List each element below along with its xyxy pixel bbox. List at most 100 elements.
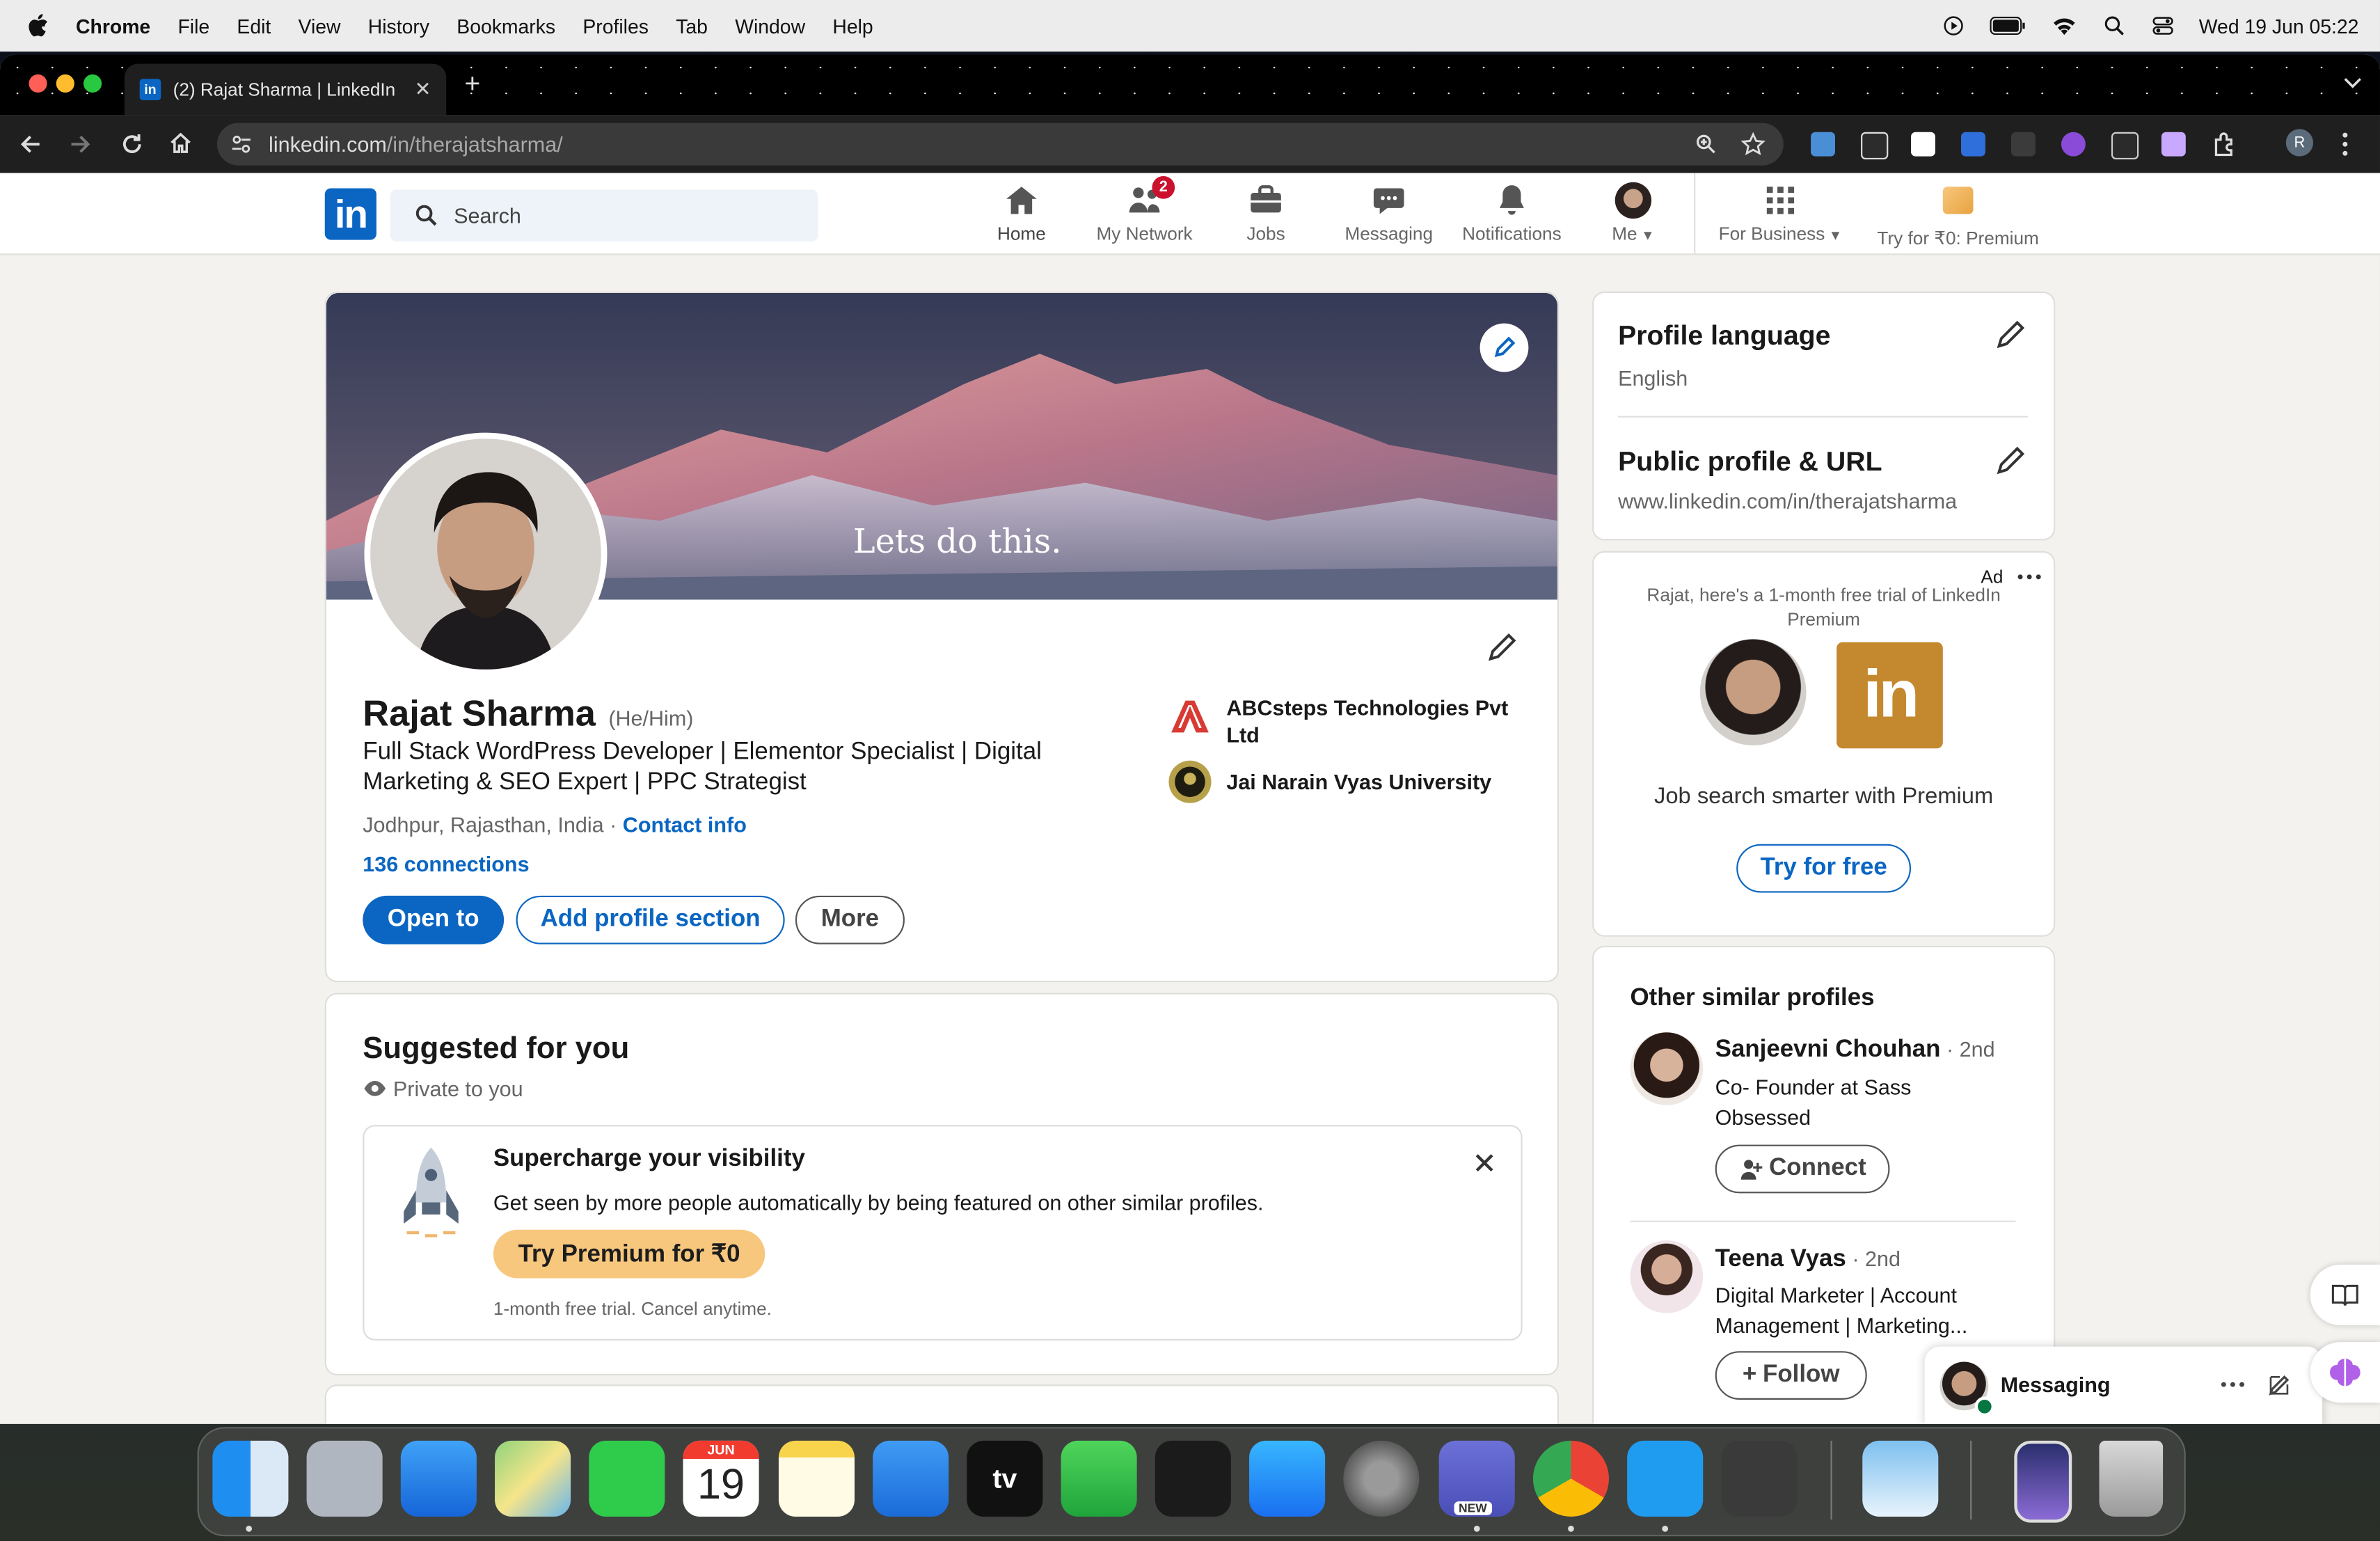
extension-font-icon[interactable] [2111, 132, 2139, 160]
menu-clock[interactable]: Wed 19 Jun 05:22 [2199, 15, 2359, 38]
new-tab-icon[interactable]: + [464, 68, 480, 100]
similar-person-avatar[interactable] [1630, 1240, 1704, 1313]
ai-brain-extension-button[interactable] [2310, 1342, 2380, 1403]
apple-tv-icon[interactable]: tv [967, 1440, 1043, 1517]
menu-bookmarks[interactable]: Bookmarks [457, 15, 555, 38]
calendar-icon[interactable]: JUN 19 [683, 1440, 759, 1517]
compose-message-icon[interactable] [2268, 1373, 2292, 1397]
menu-tab[interactable]: Tab [676, 15, 708, 38]
menu-window[interactable]: Window [735, 15, 805, 38]
facetime-icon[interactable] [589, 1440, 665, 1517]
similar-person-name-line[interactable]: Sanjeevni Chouhan · 2nd [1715, 1037, 1995, 1064]
menu-history[interactable]: History [368, 15, 429, 38]
chrome-menu-icon[interactable] [2340, 131, 2349, 158]
public-profile-url[interactable]: www.linkedin.com/in/therajatsharma [1618, 489, 1957, 513]
preview-icon[interactable] [1862, 1440, 1939, 1517]
nav-notifications[interactable]: Notifications [1451, 182, 1572, 244]
maps-icon[interactable] [495, 1440, 571, 1517]
menu-profiles[interactable]: Profiles [582, 15, 649, 38]
menu-edit[interactable]: Edit [237, 15, 271, 38]
close-tab-icon[interactable]: ✕ [415, 77, 431, 102]
nav-premium[interactable]: Try for ₹0: Premium [1864, 182, 2052, 249]
chrome-profile-avatar[interactable]: R [2285, 129, 2314, 157]
apple-icon[interactable] [27, 14, 49, 38]
ad-more-options-icon[interactable] [2017, 574, 2042, 580]
launchpad-icon[interactable] [306, 1440, 383, 1517]
downloads-stack-icon[interactable] [2014, 1440, 2072, 1523]
add-profile-section-button[interactable]: Add profile section [516, 895, 785, 945]
menu-app-name[interactable]: Chrome [76, 15, 150, 38]
similar-person-avatar[interactable] [1630, 1032, 1704, 1105]
battery-icon[interactable] [1989, 16, 2026, 35]
close-window-button[interactable] [29, 74, 47, 93]
profile-photo[interactable] [364, 432, 608, 676]
nav-home[interactable]: Home [983, 182, 1059, 244]
search-input[interactable]: Search [390, 189, 818, 242]
connections-link[interactable]: 136 connections [363, 852, 529, 876]
connect-button[interactable]: Connect [1715, 1144, 1890, 1194]
nav-jobs[interactable]: Jobs [1235, 182, 1296, 244]
menu-view[interactable]: View [299, 15, 341, 38]
back-arrow-icon[interactable] [18, 132, 42, 157]
nav-for-business[interactable]: For Business ▼ [1709, 182, 1852, 244]
tab-search-chevron-icon[interactable] [2344, 76, 2362, 91]
spotlight-search-icon[interactable] [2102, 15, 2126, 37]
finder-icon[interactable] [212, 1440, 289, 1517]
stocks-icon[interactable] [1155, 1440, 1231, 1517]
edit-language-pencil-icon[interactable] [1996, 319, 2026, 349]
messaging-more-icon[interactable] [2221, 1382, 2245, 1388]
calculator-icon[interactable] [1721, 1440, 1798, 1517]
notes-icon[interactable] [778, 1440, 855, 1517]
menu-file[interactable]: File [177, 15, 209, 38]
follow-button[interactable]: + Follow [1715, 1351, 1867, 1400]
browser-tab[interactable]: in (2) Rajat Sharma | LinkedIn ✕ [124, 63, 447, 116]
edit-url-pencil-icon[interactable] [1996, 445, 2026, 475]
site-settings-icon[interactable] [231, 134, 253, 155]
edit-intro-pencil-icon[interactable] [1486, 630, 1519, 663]
address-bar[interactable]: linkedin.com/in/therajatsharma/ [216, 123, 1784, 166]
minimize-window-button[interactable] [56, 74, 74, 93]
numbers-icon[interactable] [1061, 1440, 1137, 1517]
more-button[interactable]: More [795, 895, 905, 945]
try-for-free-button[interactable]: Try for free [1736, 844, 1912, 893]
open-to-button[interactable]: Open to [363, 895, 505, 945]
contact-info-link[interactable]: Contact info [623, 812, 747, 837]
similar-person-name-line[interactable]: Teena Vyas · 2nd [1715, 1247, 1901, 1274]
close-icon[interactable] [1474, 1152, 1496, 1173]
app-store-icon[interactable] [1249, 1440, 1326, 1517]
extension-eyedropper-icon[interactable] [1861, 132, 1889, 160]
zoom-icon[interactable] [1695, 134, 1717, 155]
vscode-icon[interactable] [1627, 1440, 1704, 1517]
reading-mode-button[interactable] [2310, 1264, 2380, 1326]
try-premium-button[interactable]: Try Premium for ₹0 [493, 1229, 765, 1279]
extensions-puzzle-icon[interactable] [2212, 131, 2239, 158]
control-center-icon[interactable] [2150, 15, 2175, 37]
company-entry[interactable]: ABCsteps Technologies Pvt Ltd [1167, 694, 1531, 749]
extension-1-icon[interactable] [1811, 132, 1835, 157]
extension-6-icon[interactable] [2061, 132, 2086, 157]
messaging-overlay[interactable]: Messaging [1924, 1346, 2323, 1424]
mail-icon[interactable] [400, 1440, 477, 1517]
nav-me[interactable]: Me ▼ [1603, 182, 1663, 244]
reload-icon[interactable] [120, 132, 144, 157]
play-status-icon[interactable] [1941, 15, 1965, 37]
nav-my-network[interactable]: 2 My Network [1087, 176, 1203, 244]
extension-b-icon[interactable] [1911, 132, 1935, 157]
extension-screenshot-icon[interactable] [1961, 132, 1985, 157]
linkedin-logo[interactable]: in [324, 188, 376, 240]
system-settings-icon[interactable] [1343, 1440, 1420, 1517]
edit-banner-button[interactable] [1479, 323, 1529, 372]
extension-5-icon[interactable] [2010, 132, 2036, 157]
wifi-icon[interactable] [2050, 15, 2077, 37]
nav-messaging[interactable]: Messaging [1335, 182, 1442, 244]
menu-help[interactable]: Help [832, 15, 873, 38]
keynote-icon[interactable] [873, 1440, 949, 1517]
teams-icon[interactable]: NEW [1438, 1440, 1515, 1517]
chrome-icon[interactable] [1532, 1440, 1609, 1517]
bookmark-star-icon[interactable] [1740, 132, 1766, 157]
zoom-window-button[interactable] [83, 74, 102, 93]
university-entry[interactable]: Jai Narain Vyas University [1167, 759, 1531, 805]
extension-8-icon[interactable] [2161, 132, 2186, 157]
forward-arrow-icon[interactable] [68, 132, 93, 157]
trash-icon[interactable] [2099, 1440, 2164, 1517]
